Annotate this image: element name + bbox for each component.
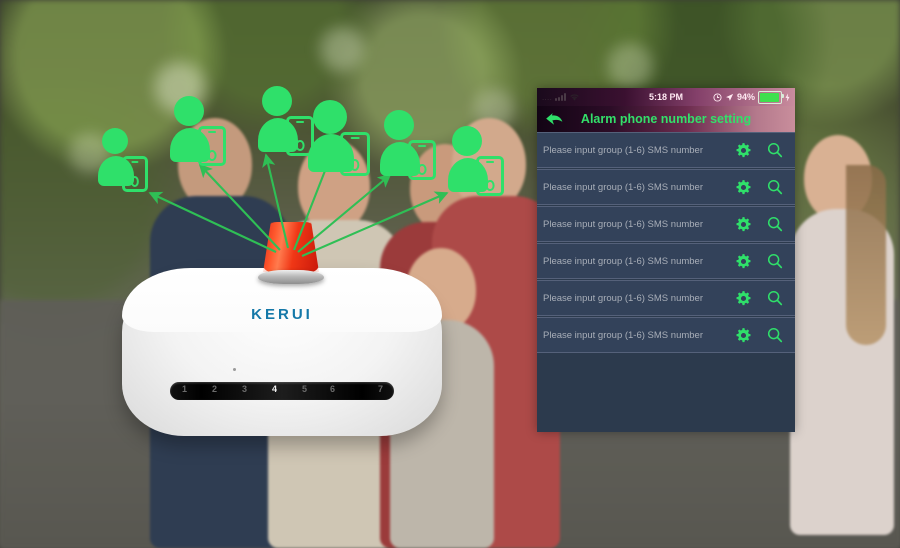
status-bar-left: .... — [542, 93, 580, 102]
search-button-6[interactable] — [759, 326, 791, 344]
arrow-to-icon-5 — [297, 173, 392, 253]
search-button-5[interactable] — [759, 289, 791, 307]
arrow-to-icon-1 — [148, 191, 277, 253]
gear-icon — [736, 142, 750, 157]
back-button[interactable] — [537, 111, 571, 127]
battery-percent: 94% — [736, 92, 755, 102]
status-bar-right: 94% — [713, 90, 790, 104]
search-icon — [767, 253, 783, 269]
alarm-clock-icon — [713, 92, 722, 102]
user-phone-icon-6 — [448, 126, 510, 196]
gear-icon — [736, 253, 750, 268]
gear-button-4[interactable] — [727, 253, 759, 270]
sms-input-6[interactable]: Please input group (1-6) SMS number — [541, 330, 727, 341]
lightning-bolt-icon — [785, 92, 790, 102]
sms-number-list: Please input group (1-6) SMS number Plea… — [537, 132, 795, 432]
sms-row-4[interactable]: Please input group (1-6) SMS number — [537, 243, 795, 279]
search-icon — [767, 327, 783, 343]
gear-icon — [736, 290, 750, 305]
sms-input-2[interactable]: Please input group (1-6) SMS number — [541, 182, 727, 193]
list-empty-area — [537, 354, 795, 432]
app-title-bar: Alarm phone number setting — [537, 106, 795, 132]
sms-row-3[interactable]: Please input group (1-6) SMS number — [537, 206, 795, 242]
sms-row-5[interactable]: Please input group (1-6) SMS number — [537, 280, 795, 316]
sms-input-4[interactable]: Please input group (1-6) SMS number — [541, 256, 727, 267]
search-button-4[interactable] — [759, 252, 791, 270]
status-bar: .... 5:18 PM 94% — [537, 88, 795, 106]
page-title: Alarm phone number setting — [580, 112, 752, 126]
location-arrow-icon — [726, 93, 734, 101]
sms-input-3[interactable]: Please input group (1-6) SMS number — [541, 219, 727, 230]
arrow-to-icon-2 — [198, 163, 281, 251]
user-phone-icon-4 — [308, 100, 378, 176]
battery-icon — [758, 90, 784, 104]
user-phone-icon-5 — [380, 110, 442, 180]
sms-row-6[interactable]: Please input group (1-6) SMS number — [537, 317, 795, 353]
signal-bars-icon — [555, 93, 567, 101]
search-icon — [767, 142, 783, 158]
gear-icon — [736, 327, 750, 342]
gear-button-5[interactable] — [727, 290, 759, 307]
user-phone-icon-2 — [170, 96, 232, 166]
search-button-1[interactable] — [759, 141, 791, 159]
sms-input-5[interactable]: Please input group (1-6) SMS number — [541, 293, 727, 304]
screenshot-stage: KERUI 1 2 3 4 5 6 7 .... 5:18 PM 94% Ala… — [0, 0, 900, 548]
phone-app-panel: .... 5:18 PM 94% Alarm phone number sett… — [537, 88, 795, 432]
arrow-to-icon-6 — [301, 191, 449, 257]
gear-button-2[interactable] — [727, 179, 759, 196]
gear-icon — [736, 179, 750, 194]
sms-row-2[interactable]: Please input group (1-6) SMS number — [537, 169, 795, 205]
search-icon — [767, 216, 783, 232]
sms-row-1[interactable]: Please input group (1-6) SMS number — [537, 132, 795, 168]
search-button-3[interactable] — [759, 215, 791, 233]
wifi-icon — [570, 93, 579, 101]
user-phone-icon-1 — [98, 128, 154, 192]
back-arrow-icon — [546, 113, 563, 125]
search-icon — [767, 290, 783, 306]
search-button-2[interactable] — [759, 178, 791, 196]
arrow-to-icon-3 — [262, 153, 290, 249]
gear-button-1[interactable] — [727, 142, 759, 159]
search-icon — [767, 179, 783, 195]
gear-icon — [736, 216, 750, 231]
gear-button-3[interactable] — [727, 216, 759, 233]
gear-button-6[interactable] — [727, 327, 759, 344]
carrier-label: .... — [542, 92, 553, 102]
sms-input-1[interactable]: Please input group (1-6) SMS number — [541, 145, 727, 156]
